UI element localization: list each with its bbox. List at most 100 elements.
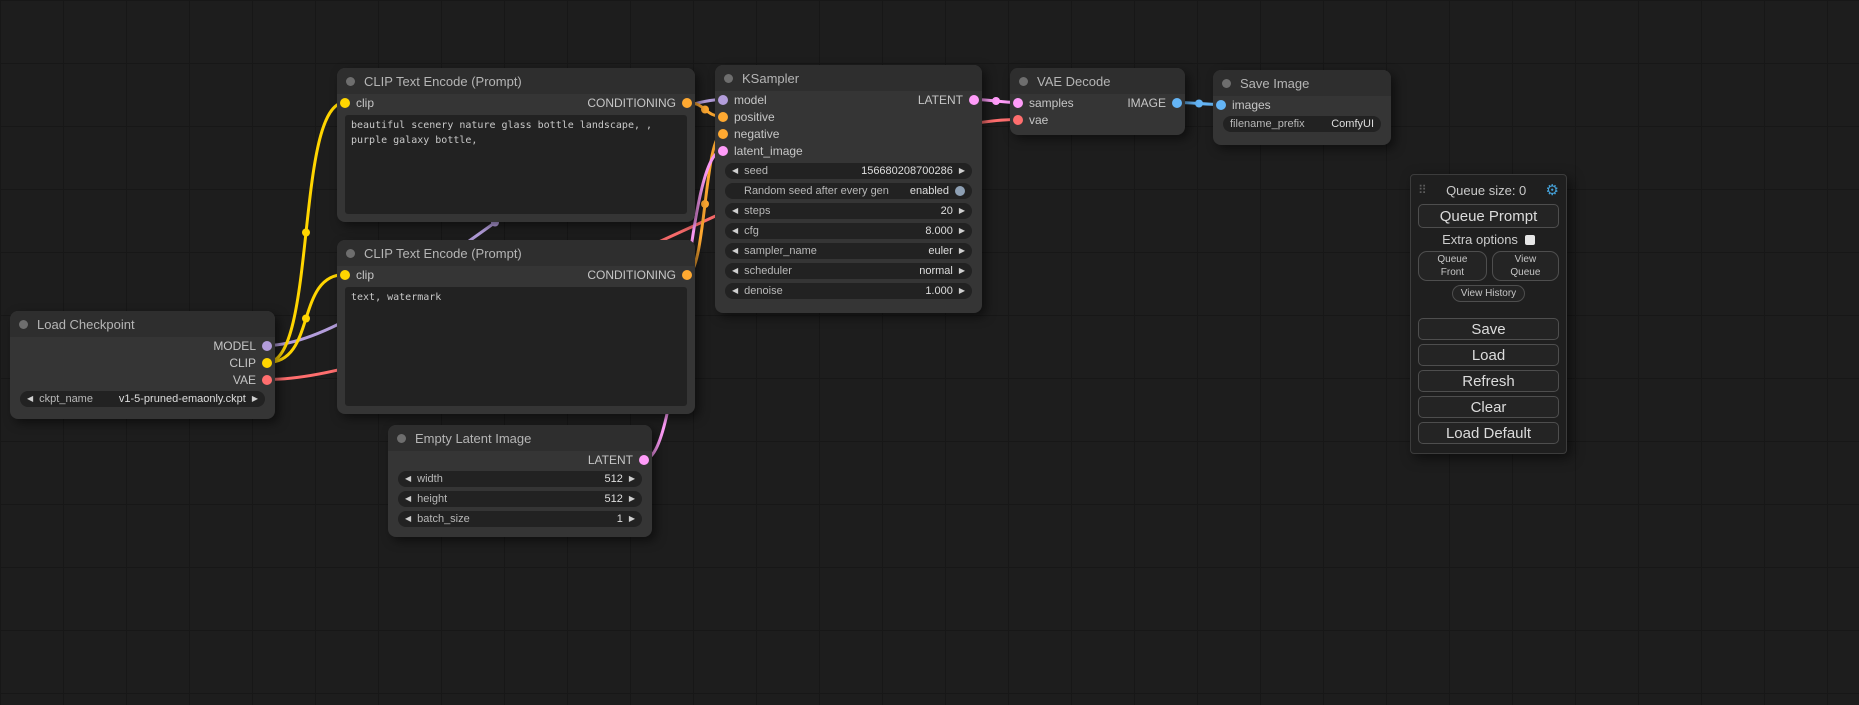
conditioning-slot-dot-icon[interactable] xyxy=(682,98,692,108)
node-title-bar[interactable]: KSampler xyxy=(715,65,982,91)
increment-arrow-icon[interactable]: ▶ xyxy=(959,167,965,175)
widget-denoise[interactable]: ◀ denoise 1.000 ▶ xyxy=(725,283,972,299)
conditioning-slot-dot-icon[interactable] xyxy=(718,129,728,139)
drag-handle[interactable]: ⠿ xyxy=(1418,183,1427,197)
increment-arrow-icon[interactable]: ▶ xyxy=(629,495,635,503)
widget-batch-size[interactable]: ◀ batch_size 1 ▶ xyxy=(398,511,642,527)
output-slot-conditioning[interactable]: CONDITIONING xyxy=(587,96,692,110)
model-slot-dot-icon[interactable] xyxy=(718,95,728,105)
widget-steps[interactable]: ◀ steps 20 ▶ xyxy=(725,203,972,219)
conditioning-slot-dot-icon[interactable] xyxy=(682,270,692,280)
input-slot-vae[interactable]: vae xyxy=(1013,113,1048,127)
negative-prompt-textarea[interactable]: text, watermark xyxy=(345,287,687,406)
positive-prompt-textarea[interactable]: beautiful scenery nature glass bottle la… xyxy=(345,115,687,214)
clip-slot-dot-icon[interactable] xyxy=(262,358,272,368)
decrement-arrow-icon[interactable]: ◀ xyxy=(405,495,411,503)
image-slot-dot-icon[interactable] xyxy=(1172,98,1182,108)
decrement-arrow-icon[interactable]: ◀ xyxy=(405,515,411,523)
node-title-bar[interactable]: CLIP Text Encode (Prompt) xyxy=(337,68,695,94)
input-slot-clip[interactable]: clip xyxy=(340,96,374,110)
widget-seed[interactable]: ◀ seed 156680208700286 ▶ xyxy=(725,163,972,179)
conditioning-slot-dot-icon[interactable] xyxy=(718,112,728,122)
decrement-arrow-icon[interactable]: ◀ xyxy=(732,247,738,255)
collapse-toggle-icon[interactable] xyxy=(1019,77,1028,86)
vae-slot-dot-icon[interactable] xyxy=(262,375,272,385)
increment-arrow-icon[interactable]: ▶ xyxy=(959,267,965,275)
queue-front-button[interactable]: Queue Front xyxy=(1418,251,1487,281)
decrement-arrow-icon[interactable]: ◀ xyxy=(27,395,33,403)
increment-arrow-icon[interactable]: ▶ xyxy=(959,207,965,215)
decrement-arrow-icon[interactable]: ◀ xyxy=(405,475,411,483)
input-slot-latent-image[interactable]: latent_image xyxy=(718,144,803,158)
clear-button[interactable]: Clear xyxy=(1418,396,1559,418)
image-slot-dot-icon[interactable] xyxy=(1216,100,1226,110)
widget-width[interactable]: ◀ width 512 ▶ xyxy=(398,471,642,487)
collapse-toggle-icon[interactable] xyxy=(346,249,355,258)
collapse-toggle-icon[interactable] xyxy=(19,320,28,329)
output-slot-vae[interactable]: VAE xyxy=(233,373,272,387)
node-empty-latent-image[interactable]: Empty Latent Image LATENT ◀ width 512 ▶ … xyxy=(388,425,652,537)
load-default-button[interactable]: Load Default xyxy=(1418,422,1559,444)
output-slot-latent[interactable]: LATENT xyxy=(918,93,979,107)
input-slot-images[interactable]: images xyxy=(1216,98,1271,112)
collapse-toggle-icon[interactable] xyxy=(1222,79,1231,88)
input-slot-clip[interactable]: clip xyxy=(340,268,374,282)
save-button[interactable]: Save xyxy=(1418,318,1559,340)
widget-scheduler[interactable]: ◀ scheduler normal ▶ xyxy=(725,263,972,279)
input-slot-negative[interactable]: negative xyxy=(718,127,779,141)
node-ksampler[interactable]: KSampler model LATENT positive negative … xyxy=(715,65,982,313)
decrement-arrow-icon[interactable]: ◀ xyxy=(732,267,738,275)
node-clip-text-encode-negative[interactable]: CLIP Text Encode (Prompt) clip CONDITION… xyxy=(337,240,695,414)
input-slot-positive[interactable]: positive xyxy=(718,110,775,124)
vae-slot-dot-icon[interactable] xyxy=(1013,115,1023,125)
decrement-arrow-icon[interactable]: ◀ xyxy=(732,167,738,175)
extra-options-checkbox[interactable] xyxy=(1525,235,1535,245)
widget-ckpt-name[interactable]: ◀ ckpt_name v1-5-pruned-emaonly.ckpt ▶ xyxy=(20,391,265,407)
node-title-bar[interactable]: VAE Decode xyxy=(1010,68,1185,94)
node-title-bar[interactable]: Save Image xyxy=(1213,70,1391,96)
widget-filename-prefix[interactable]: filename_prefix ComfyUI xyxy=(1223,116,1381,132)
node-vae-decode[interactable]: VAE Decode samples IMAGE vae xyxy=(1010,68,1185,135)
collapse-toggle-icon[interactable] xyxy=(346,77,355,86)
collapse-toggle-icon[interactable] xyxy=(724,74,733,83)
widget-random-seed-toggle[interactable]: Random seed after every gen enabled xyxy=(725,183,972,199)
output-slot-conditioning[interactable]: CONDITIONING xyxy=(587,268,692,282)
widget-sampler-name[interactable]: ◀ sampler_name euler ▶ xyxy=(725,243,972,259)
decrement-arrow-icon[interactable]: ◀ xyxy=(732,227,738,235)
increment-arrow-icon[interactable]: ▶ xyxy=(959,287,965,295)
queue-prompt-button[interactable]: Queue Prompt xyxy=(1418,204,1559,228)
decrement-arrow-icon[interactable]: ◀ xyxy=(732,207,738,215)
load-button[interactable]: Load xyxy=(1418,344,1559,366)
clip-slot-dot-icon[interactable] xyxy=(340,98,350,108)
output-slot-clip[interactable]: CLIP xyxy=(229,356,272,370)
increment-arrow-icon[interactable]: ▶ xyxy=(959,227,965,235)
widget-height[interactable]: ◀ height 512 ▶ xyxy=(398,491,642,507)
input-slot-model[interactable]: model xyxy=(718,93,767,107)
latent-slot-dot-icon[interactable] xyxy=(718,146,728,156)
node-title-bar[interactable]: Load Checkpoint xyxy=(10,311,275,337)
increment-arrow-icon[interactable]: ▶ xyxy=(252,395,258,403)
output-slot-model[interactable]: MODEL xyxy=(213,339,272,353)
node-clip-text-encode-positive[interactable]: CLIP Text Encode (Prompt) clip CONDITION… xyxy=(337,68,695,222)
decrement-arrow-icon[interactable]: ◀ xyxy=(732,287,738,295)
latent-slot-dot-icon[interactable] xyxy=(1013,98,1023,108)
view-queue-button[interactable]: View Queue xyxy=(1492,251,1559,281)
widget-cfg[interactable]: ◀ cfg 8.000 ▶ xyxy=(725,223,972,239)
toggle-dot-icon[interactable] xyxy=(955,186,965,196)
collapse-toggle-icon[interactable] xyxy=(397,434,406,443)
node-save-image[interactable]: Save Image images filename_prefix ComfyU… xyxy=(1213,70,1391,145)
node-title-bar[interactable]: CLIP Text Encode (Prompt) xyxy=(337,240,695,266)
node-load-checkpoint[interactable]: Load Checkpoint MODEL CLIP VAE ◀ ckpt_na… xyxy=(10,311,275,419)
settings-gear-icon[interactable]: ⚙ xyxy=(1546,183,1559,198)
increment-arrow-icon[interactable]: ▶ xyxy=(629,475,635,483)
clip-slot-dot-icon[interactable] xyxy=(340,270,350,280)
increment-arrow-icon[interactable]: ▶ xyxy=(959,247,965,255)
output-slot-latent[interactable]: LATENT xyxy=(588,453,649,467)
output-slot-image[interactable]: IMAGE xyxy=(1127,96,1182,110)
view-history-button[interactable]: View History xyxy=(1452,285,1525,302)
input-slot-samples[interactable]: samples xyxy=(1013,96,1074,110)
model-slot-dot-icon[interactable] xyxy=(262,341,272,351)
latent-slot-dot-icon[interactable] xyxy=(639,455,649,465)
increment-arrow-icon[interactable]: ▶ xyxy=(629,515,635,523)
latent-slot-dot-icon[interactable] xyxy=(969,95,979,105)
